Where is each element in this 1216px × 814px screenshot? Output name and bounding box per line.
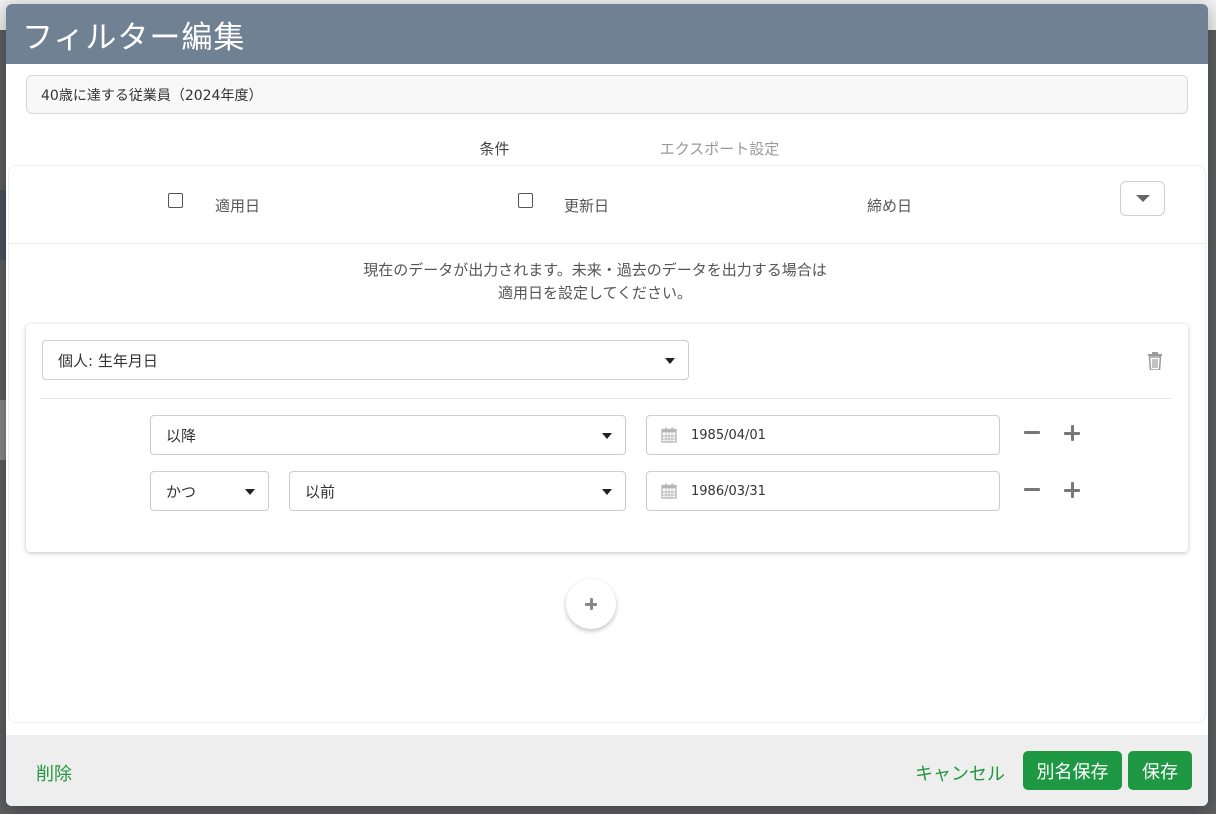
operator-select-2[interactable]: 以前 (289, 471, 626, 511)
tab-conditions[interactable]: 条件 (382, 130, 607, 170)
calendar-icon (661, 427, 677, 443)
condition-card: 個人: 生年月日 以降 1985/04/01 かつ 以前 1986/03/31 (26, 324, 1188, 552)
filter-name-input[interactable] (26, 75, 1188, 114)
info-message-line1: 現在のデータが出力されます。未来・過去のデータを出力する場合は (363, 261, 827, 279)
cancel-link[interactable]: キャンセル (915, 760, 1005, 786)
date-input-1[interactable]: 1985/04/01 (646, 415, 1000, 455)
update-date-checkbox[interactable] (518, 193, 533, 208)
minus-icon[interactable] (1024, 488, 1040, 491)
closing-date-label: 締め日 (867, 197, 913, 215)
date-options-row: 適用日 更新日 締め日 (9, 166, 1205, 244)
trash-icon[interactable] (1147, 352, 1163, 370)
delete-link[interactable]: 削除 (36, 760, 72, 786)
filter-edit-dialog: フィルター編集 条件 エクスポート設定 適用日 更新日 締め日 現在のデータが出… (6, 4, 1208, 806)
calendar-icon (661, 483, 677, 499)
operator-select-value: 以降 (166, 426, 197, 445)
date-input-2[interactable]: 1986/03/31 (646, 471, 1000, 511)
field-select-value: 個人: 生年月日 (58, 351, 158, 370)
dialog-header: フィルター編集 (6, 4, 1208, 64)
card-divider (40, 398, 1172, 399)
tab-export-settings[interactable]: エクスポート設定 (607, 130, 832, 170)
minus-icon[interactable] (1024, 431, 1040, 434)
info-message-line2: 適用日を設定してください。 (497, 284, 693, 302)
operator-select-1[interactable]: 以降 (150, 415, 626, 455)
tab-bar: 条件 エクスポート設定 (382, 130, 832, 170)
chevron-down-icon (602, 489, 612, 495)
apply-date-checkbox[interactable] (168, 193, 183, 208)
info-message: 現在のデータが出力されます。未来・過去のデータを出力する場合は 適用日を設定して… (9, 259, 1181, 305)
add-condition-button[interactable] (566, 579, 616, 629)
plus-icon[interactable] (1064, 425, 1080, 441)
save-button[interactable]: 保存 (1128, 751, 1192, 790)
connector-select[interactable]: かつ (150, 471, 269, 511)
field-select[interactable]: 個人: 生年月日 (42, 340, 689, 380)
plus-icon (585, 598, 597, 610)
save-as-button[interactable]: 別名保存 (1023, 751, 1122, 790)
dialog-title: フィルター編集 (22, 19, 246, 56)
chevron-down-icon (665, 358, 675, 364)
chevron-down-icon (602, 433, 612, 439)
plus-icon[interactable] (1064, 482, 1080, 498)
date-options-toggle-button[interactable] (1120, 181, 1165, 216)
connector-select-value: かつ (166, 482, 197, 501)
update-date-label: 更新日 (564, 197, 610, 215)
chevron-down-icon (245, 489, 255, 495)
date-value: 1986/03/31 (691, 483, 766, 499)
date-value: 1985/04/01 (691, 427, 766, 443)
caret-down-icon (1135, 195, 1150, 202)
dialog-footer: 削除 キャンセル 別名保存 保存 (6, 735, 1208, 806)
operator-select-value: 以前 (305, 482, 336, 501)
apply-date-label: 適用日 (215, 197, 261, 215)
